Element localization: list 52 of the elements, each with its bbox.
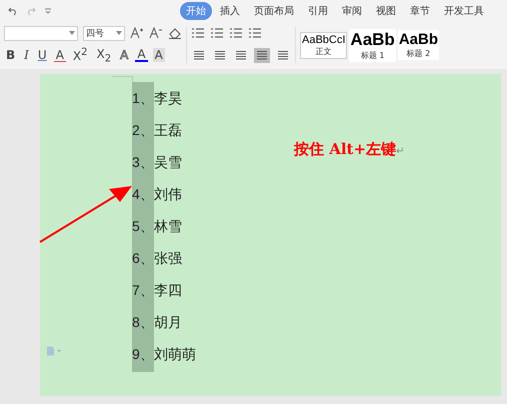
list-text: 张强	[154, 250, 182, 268]
list-text: 林雪	[154, 218, 182, 236]
list-text: 王磊	[154, 122, 182, 140]
list-number: 1、	[132, 90, 154, 108]
list-icon[interactable]	[191, 27, 205, 40]
list-text: 李昊	[154, 90, 182, 108]
format-button[interactable]: I	[22, 48, 31, 62]
list-icon[interactable]	[248, 27, 262, 40]
list-text: 李四	[154, 282, 182, 300]
style-preset[interactable]: AaBbCcI 正文	[300, 32, 348, 58]
ribbon-tab[interactable]: 插入	[214, 2, 246, 20]
style-preset[interactable]: AaBb 标题 2	[398, 30, 439, 60]
list-number: 7、	[132, 282, 154, 300]
undo-icon[interactable]	[8, 6, 18, 16]
paragraph-mark: ↵	[396, 146, 404, 157]
format-button[interactable]: B	[4, 48, 18, 62]
list-text: 刘萌萌	[154, 346, 196, 364]
format-button[interactable]: A	[54, 48, 66, 62]
format-button[interactable]: X$^{2}$	[70, 47, 90, 64]
align-button[interactable]	[254, 48, 270, 63]
list-number: 5、	[132, 218, 154, 236]
caret-icon	[116, 31, 122, 36]
ribbon-tab[interactable]: 页面布局	[248, 2, 300, 20]
eraser-icon[interactable]	[168, 27, 182, 40]
format-button[interactable]: X$_{2}$	[94, 46, 114, 64]
list-number: 8、	[132, 314, 154, 332]
format-button[interactable]: A	[152, 48, 165, 62]
list-text: 胡月	[154, 314, 182, 332]
list-text: 刘伟	[154, 186, 182, 204]
ribbon-tab[interactable]: 开发工具	[438, 2, 490, 20]
grow-font-icon[interactable]	[130, 27, 144, 40]
font-name-field[interactable]	[4, 26, 78, 41]
list-text: 吴雪	[154, 154, 182, 172]
list-icon[interactable]	[229, 27, 243, 40]
shrink-font-icon[interactable]	[149, 27, 163, 40]
list-number: 3、	[132, 154, 154, 172]
list-number: 2、	[132, 122, 154, 140]
font-size-field[interactable]: 四号	[83, 26, 125, 41]
format-button[interactable]: U	[36, 48, 49, 62]
ribbon-tab[interactable]: 引用	[302, 2, 334, 20]
style-preset[interactable]: AaBb 标题 1	[349, 28, 396, 62]
list-icon[interactable]	[210, 27, 224, 40]
caret-icon	[69, 31, 75, 36]
list-number: 6、	[132, 250, 154, 268]
ribbon-tab[interactable]: 审阅	[336, 2, 368, 20]
format-button[interactable]: A	[135, 48, 148, 62]
annotation-text: 按住 Alt+左键	[294, 140, 396, 158]
dropdown-icon[interactable]	[44, 6, 52, 14]
ribbon-tab[interactable]: 视图	[370, 2, 402, 20]
ribbon-tab[interactable]: 章节	[404, 2, 436, 20]
list-number: 9、	[132, 346, 154, 364]
list-number: 4、	[132, 186, 154, 204]
